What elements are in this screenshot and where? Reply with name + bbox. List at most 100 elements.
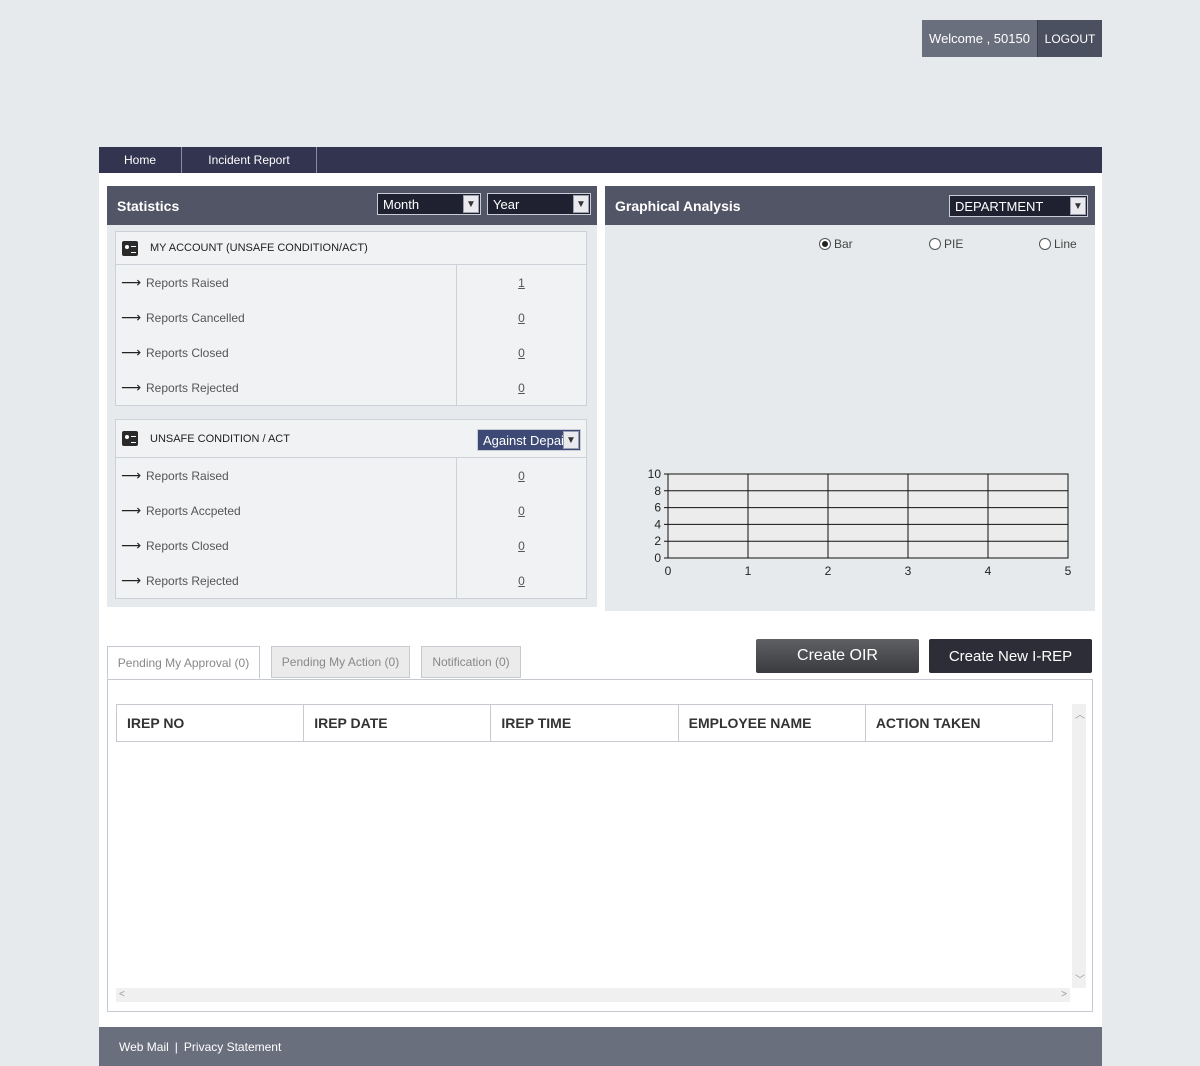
stat-count-link[interactable]: 0 xyxy=(457,563,586,598)
x-tick-label: 1 xyxy=(745,564,752,578)
arrow-right-icon: ⟶ xyxy=(120,537,142,553)
nav-incident-report[interactable]: Incident Report xyxy=(182,147,317,173)
scroll-left-icon[interactable]: < xyxy=(119,989,125,1000)
x-tick-label: 2 xyxy=(825,564,832,578)
chevron-down-icon: ▼ xyxy=(573,195,589,213)
month-select[interactable]: Month ▼ xyxy=(377,193,481,215)
department-select[interactable]: DEPARTMENT ▼ xyxy=(949,195,1088,217)
graph-header: Graphical Analysis DEPARTMENT ▼ xyxy=(605,186,1095,225)
y-tick-label: 6 xyxy=(654,501,661,515)
y-tick-label: 2 xyxy=(654,534,661,548)
stat-count-link[interactable]: 0 xyxy=(457,493,586,528)
stat-label: Reports Closed xyxy=(146,345,229,360)
radio-bar[interactable]: Bar xyxy=(819,237,853,251)
radio-button[interactable] xyxy=(1039,238,1051,250)
create-oir-button[interactable]: Create OIR xyxy=(756,639,919,673)
column-header[interactable]: IREP NO xyxy=(117,705,305,741)
x-tick-label: 0 xyxy=(665,564,672,578)
scroll-up-icon[interactable]: ︿ xyxy=(1075,706,1085,721)
stat-label: Reports Rejected xyxy=(146,380,239,395)
id-card-icon xyxy=(122,431,138,446)
y-tick-label: 0 xyxy=(654,551,661,565)
arrow-right-icon: ⟶ xyxy=(120,572,142,588)
stat-count-link[interactable]: 0 xyxy=(457,458,586,493)
stat-row: ⟶ Reports Rejected xyxy=(116,563,456,598)
tab-notification[interactable]: Notification (0) xyxy=(421,646,521,678)
column-header[interactable]: EMPLOYEE NAME xyxy=(679,705,866,741)
radio-button[interactable] xyxy=(819,238,831,250)
y-tick-label: 10 xyxy=(648,467,662,481)
statistics-panel: Statistics Month ▼ Year ▼ MY ACCOUNT (UN… xyxy=(107,186,597,607)
approval-grid: IREP NO IREP DATE IREP TIME EMPLOYEE NAME AC… xyxy=(107,679,1093,1012)
my-account-header: MY ACCOUNT (UNSAFE CONDITION/ACT) xyxy=(116,232,586,265)
create-irep-button[interactable]: Create New I-REP xyxy=(929,639,1092,673)
stat-row: ⟶ Reports Raised xyxy=(116,265,456,300)
month-select-value: Month xyxy=(383,196,420,212)
x-tick-label: 4 xyxy=(985,564,992,578)
y-tick-label: 4 xyxy=(654,517,661,531)
radio-button[interactable] xyxy=(929,238,941,250)
nav-home[interactable]: Home xyxy=(99,147,182,173)
statistics-header: Statistics Month ▼ Year ▼ xyxy=(107,186,597,225)
my-account-box: MY ACCOUNT (UNSAFE CONDITION/ACT) ⟶ Repor… xyxy=(115,231,587,406)
radio-pie[interactable]: PIE xyxy=(929,237,963,251)
arrow-right-icon: ⟶ xyxy=(120,467,142,483)
stat-row: ⟶ Reports Rejected xyxy=(116,370,456,405)
stat-label: Reports Closed xyxy=(146,538,229,553)
unsafe-condition-header: UNSAFE CONDITION / ACT Against Depai ▼ xyxy=(116,420,586,458)
stat-label: Reports Raised xyxy=(146,468,229,483)
unsafe-condition-box: UNSAFE CONDITION / ACT Against Depai ▼ ⟶… xyxy=(115,419,587,599)
horizontal-scrollbar[interactable]: < > xyxy=(116,988,1070,1002)
table-header: IREP NO IREP DATE IREP TIME EMPLOYEE NAME AC… xyxy=(116,704,1053,742)
logout-button[interactable]: LOGOUT xyxy=(1037,20,1102,57)
year-select-value: Year xyxy=(493,196,520,212)
x-tick-label: 5 xyxy=(1065,564,1072,578)
stat-label: Reports Cancelled xyxy=(146,310,245,325)
welcome-text: Welcome , 50150 xyxy=(922,20,1037,57)
stat-label: Reports Accpeted xyxy=(146,503,241,518)
vertical-scrollbar[interactable]: ︿ ﹀ xyxy=(1072,704,1086,988)
plot-area xyxy=(667,473,1069,559)
column-header[interactable]: IREP TIME xyxy=(491,705,679,741)
tab-pending-approval[interactable]: Pending My Approval (0) xyxy=(107,646,260,679)
user-bar: Welcome , 50150 LOGOUT xyxy=(922,20,1102,57)
my-account-title: MY ACCOUNT (UNSAFE CONDITION/ACT) xyxy=(150,242,368,254)
stat-count-link[interactable]: 0 xyxy=(457,335,586,370)
stat-row: ⟶ Reports Accpeted xyxy=(116,493,456,528)
arrow-right-icon: ⟶ xyxy=(120,344,142,360)
unsafe-condition-title: UNSAFE CONDITION / ACT xyxy=(150,432,290,445)
y-tick-label: 8 xyxy=(654,484,661,498)
stat-count-link[interactable]: 1 xyxy=(457,265,586,300)
webmail-link[interactable]: Web Mail xyxy=(119,1040,169,1054)
arrow-right-icon: ⟶ xyxy=(120,502,142,518)
stat-row: ⟶ Reports Closed xyxy=(116,528,456,563)
tab-pending-action[interactable]: Pending My Action (0) xyxy=(271,646,410,678)
scroll-right-icon[interactable]: > xyxy=(1061,989,1067,1000)
analysis-chart: 0 1 2 3 4 5 0 2 4 6 8 10 xyxy=(648,467,1072,578)
stat-label: Reports Raised xyxy=(146,275,229,290)
year-select[interactable]: Year ▼ xyxy=(487,193,591,215)
chevron-down-icon: ▼ xyxy=(1070,197,1086,215)
footer-separator: | xyxy=(174,1039,178,1054)
arrow-right-icon: ⟶ xyxy=(120,309,142,325)
against-select[interactable]: Against Depai ▼ xyxy=(477,429,581,451)
stat-row: ⟶ Reports Raised xyxy=(116,458,456,493)
column-header[interactable]: IREP DATE xyxy=(304,705,492,741)
radio-label-line: Line xyxy=(1054,237,1077,251)
main-nav: Home Incident Report xyxy=(99,147,1102,173)
stat-label: Reports Rejected xyxy=(146,573,239,588)
column-header[interactable]: ACTION TAKEN xyxy=(866,705,1052,741)
radio-label-bar: Bar xyxy=(834,237,853,251)
stat-count-link[interactable]: 0 xyxy=(457,300,586,335)
stat-count-link[interactable]: 0 xyxy=(457,370,586,405)
x-tick-label: 3 xyxy=(905,564,912,578)
radio-line[interactable]: Line xyxy=(1039,237,1077,251)
scroll-down-icon[interactable]: ﹀ xyxy=(1075,971,1085,986)
graph-title: Graphical Analysis xyxy=(615,197,741,214)
privacy-link[interactable]: Privacy Statement xyxy=(184,1040,281,1054)
stat-count-link[interactable]: 0 xyxy=(457,528,586,563)
arrow-right-icon: ⟶ xyxy=(120,274,142,290)
chevron-down-icon: ▼ xyxy=(563,431,579,449)
main-content: Statistics Month ▼ Year ▼ MY ACCOUNT (UN… xyxy=(99,173,1102,1027)
arrow-right-icon: ⟶ xyxy=(120,379,142,395)
